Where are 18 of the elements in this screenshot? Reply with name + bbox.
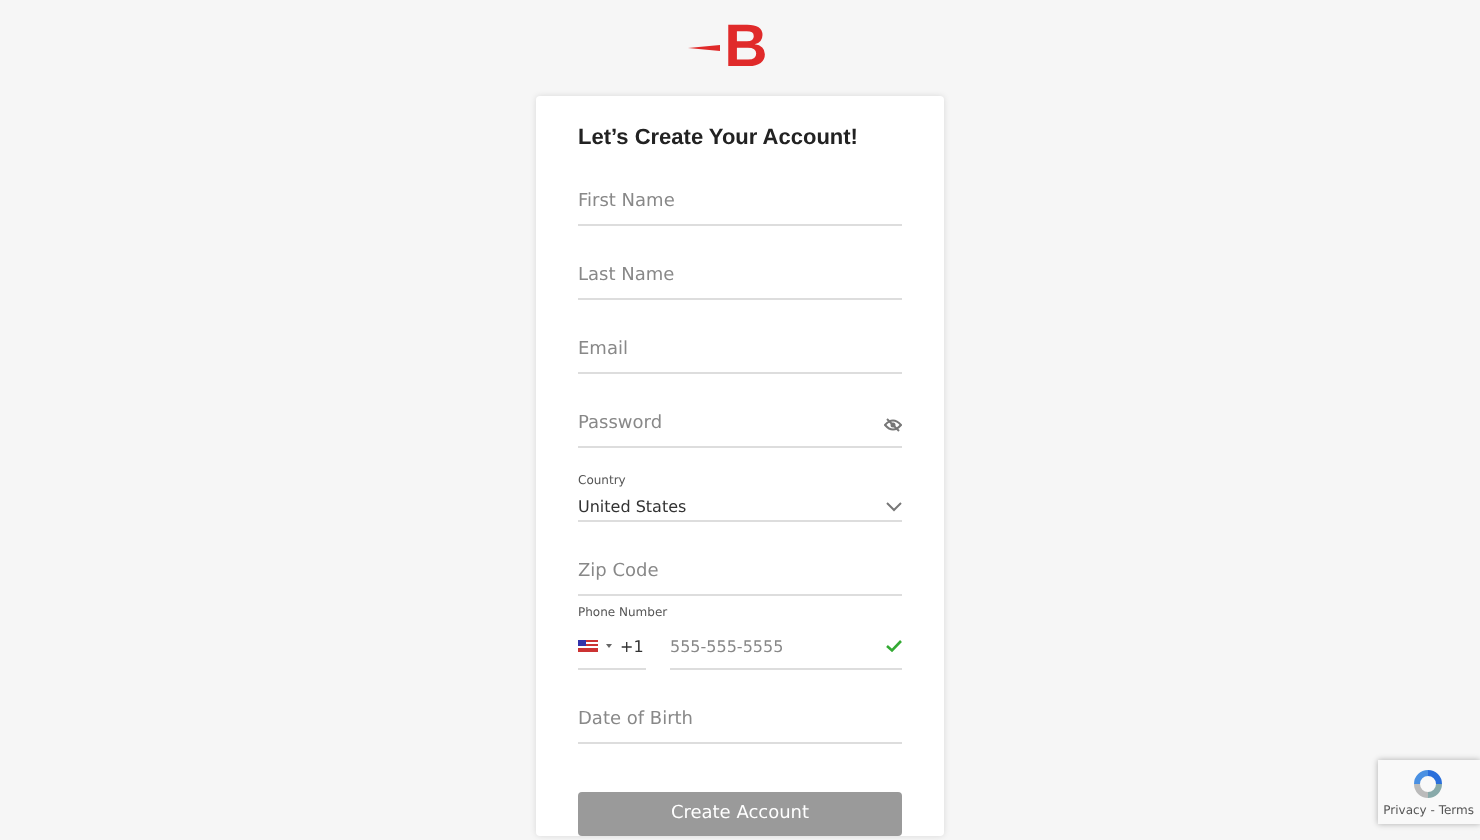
form-title: Let’s Create Your Account!: [578, 126, 860, 152]
eye-off-icon[interactable]: [884, 417, 902, 431]
logo: B: [712, 14, 768, 82]
check-icon: [886, 640, 902, 652]
flag-icon: [578, 640, 598, 652]
input-field[interactable]: Zip Code: [578, 562, 902, 582]
country-code-select[interactable]: +1: [578, 624, 646, 670]
speed-line-icon: [688, 44, 721, 52]
input-field[interactable]: Password: [578, 414, 884, 434]
phone-field[interactable]: 555-555-5555: [670, 637, 886, 655]
input-field[interactable]: Last Name: [578, 266, 902, 286]
input-field[interactable]: Email: [578, 340, 902, 360]
chevron-down-icon: [886, 501, 902, 511]
recaptcha-icon: [1410, 766, 1447, 802]
caret-icon: [606, 644, 612, 648]
select-field[interactable]: United States: [578, 492, 902, 522]
input-field[interactable]: First Name: [578, 192, 902, 212]
input-field[interactable]: Date of Birth: [578, 710, 902, 730]
